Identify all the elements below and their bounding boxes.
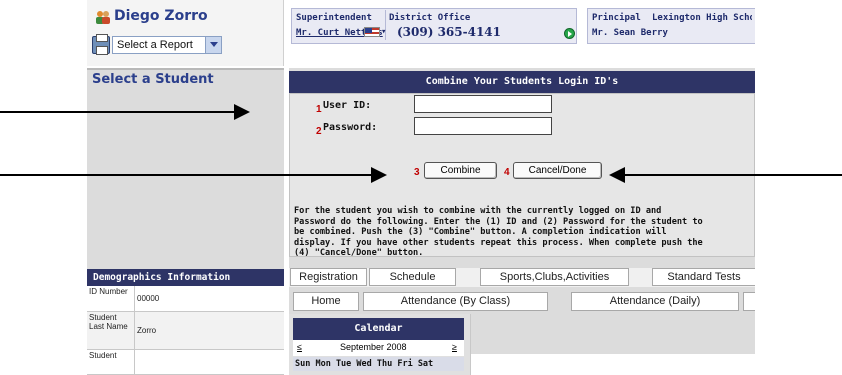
annotation-arrowhead (609, 167, 625, 183)
annotation-arrow-line (0, 174, 372, 176)
tab-home[interactable]: Home (293, 292, 359, 311)
demo-value: 00000 (137, 294, 160, 303)
calendar-title: Calendar (293, 318, 464, 340)
school-label: Lexington High Scho (652, 13, 752, 23)
calendar-day-headers: Sun Mon Tue Wed Thu Fri Sat (293, 357, 464, 371)
cancel-done-button[interactable]: Cancel/Done (513, 162, 602, 179)
call-go-icon[interactable] (564, 28, 575, 39)
report-select-value: Select a Report (117, 39, 193, 51)
step-number-3: 3 (414, 167, 420, 178)
phone-flag-icon[interactable] (364, 27, 380, 37)
user-id-input[interactable] (414, 95, 552, 113)
tab-more[interactable] (743, 292, 755, 311)
annotation-arrowhead (234, 104, 250, 120)
district-phone: (309) 365-4141 (397, 25, 502, 39)
principal-label: Principal (592, 13, 641, 23)
printer-icon[interactable] (92, 34, 110, 55)
calendar-prev-link[interactable]: ≤ (297, 342, 302, 352)
instruction-line: Password do the following. Enter the (1)… (294, 216, 703, 227)
principal-name: Mr. Sean Berry (592, 28, 668, 38)
annotation-arrow-line (624, 174, 842, 176)
instruction-line: be combined. Push the (3) "Combine" butt… (294, 227, 667, 237)
user-id-label: User ID: (323, 100, 372, 111)
divider (134, 350, 135, 374)
step-number-1: 1 (316, 104, 322, 115)
calendar-next-link[interactable]: ≥ (452, 342, 457, 352)
divider (134, 286, 135, 311)
superintendent-label: Superintendent (296, 13, 372, 23)
combine-button[interactable]: Combine (424, 162, 497, 179)
step-number-2: 2 (316, 126, 322, 137)
table-row: Student Last Name Zorro (87, 312, 284, 350)
table-row: Student (87, 350, 284, 375)
instruction-line: display. If you have other students repe… (294, 237, 703, 248)
demographics-header: Demographics Information (87, 269, 284, 286)
tab-schedule[interactable]: Schedule (369, 268, 456, 286)
demo-label: Student (89, 351, 117, 360)
instructions-text: For the student you wish to combine with… (294, 206, 749, 259)
divider (134, 312, 135, 349)
tab-attendance-by-class[interactable]: Attendance (By Class) (363, 292, 548, 311)
tab-registration[interactable]: Registration (290, 268, 367, 286)
tab-sports-clubs-activities[interactable]: Sports,Clubs,Activities (480, 268, 629, 286)
dropdown-arrow[interactable]: ▾ (381, 27, 386, 37)
demo-value: Zorro (137, 326, 157, 335)
password-input[interactable] (414, 117, 552, 135)
select-student-title: Select a Student (92, 72, 214, 87)
district-label: District Office (389, 13, 471, 23)
step-number-4: 4 (504, 167, 510, 178)
table-row: ID Number 00000 (87, 286, 284, 312)
password-label: Password: (323, 122, 378, 133)
tab-attendance-daily[interactable]: Attendance (Daily) (571, 292, 739, 311)
user-name: Diego Zorro (114, 8, 208, 24)
tab-standard-tests[interactable]: Standard Tests (652, 268, 755, 286)
instruction-line: (4) "Cancel/Done" button. (294, 248, 424, 258)
chevron-down-icon[interactable] (205, 37, 221, 53)
annotation-arrowhead (371, 167, 387, 183)
users-icon (96, 11, 110, 24)
report-select[interactable]: Select a Report (112, 36, 222, 54)
demo-label: ID Number (89, 287, 128, 296)
demo-label: Student Last Name (89, 313, 128, 331)
calendar-month: September 2008 (340, 342, 407, 352)
annotation-arrow-line (0, 111, 236, 113)
instruction-line: For the student you wish to combine with… (294, 206, 662, 216)
dialog-title: Combine Your Students Login ID's (289, 71, 755, 93)
